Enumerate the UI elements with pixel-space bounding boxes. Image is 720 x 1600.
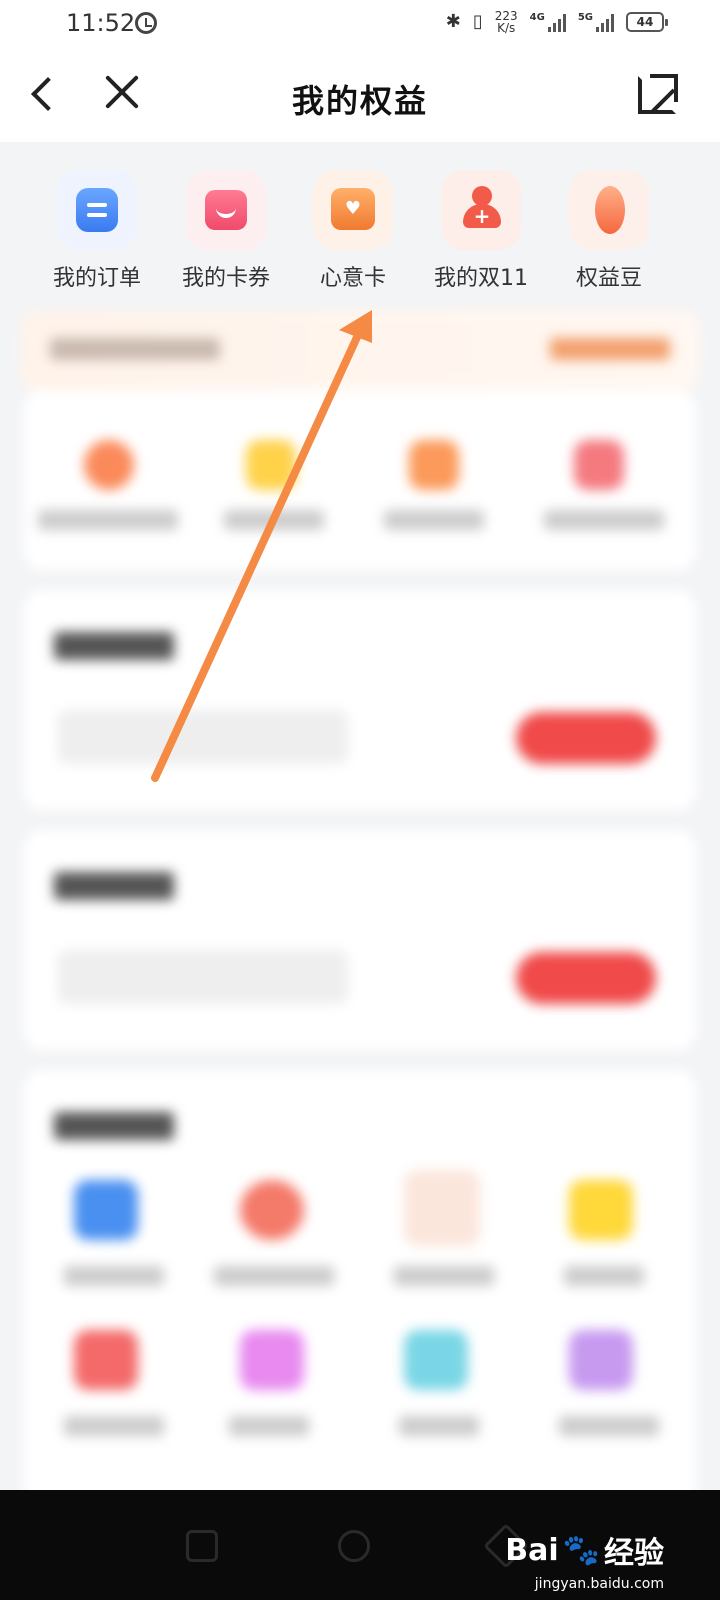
home-icon[interactable] [338,1530,370,1562]
signal-bars-icon [547,12,566,32]
watermark-url: jingyan.baidu.com [534,1576,664,1592]
order-icon [57,170,137,250]
status-time: 11:52 [66,9,136,37]
signal-4g: 4G [530,12,566,32]
member-bar[interactable] [20,310,700,390]
alarm-icon [135,12,157,34]
quick-item-label: 权益豆 [575,266,642,291]
recent-apps-icon[interactable] [186,1530,218,1562]
watermark-brand2: 经验 [604,1536,664,1571]
benefit-grid-card [24,390,696,570]
gift-card-icon [313,170,393,250]
quick-item-gift-card[interactable]: 心意卡 [293,170,413,292]
section-card-1 [24,590,696,810]
page-title: 我的权益 [291,82,428,120]
battery-icon: 44 [626,12,668,32]
watermark-brand: Bai [505,1532,559,1568]
quick-item-my-orders[interactable]: 我的订单 [37,170,157,292]
signal-5g: 5G [578,12,614,32]
blurred-content [0,300,720,1510]
quick-item-my-coupons[interactable]: 我的卡券 [166,170,286,292]
system-nav-bar: Bai 🐾 经验 jingyan.baidu.com [0,1490,720,1600]
nav-bar: 我的权益 [0,50,720,142]
network-speed: 223 K/s [495,10,518,34]
quick-item-label: 我的订单 [52,266,141,291]
signal-bars-icon [596,12,614,32]
net-label-5g: 5G [577,12,593,23]
baidu-watermark: Bai 🐾 经验 [505,1528,664,1572]
double11-icon [441,170,521,250]
quick-actions: 我的订单 我的卡券 心意卡 我的双11 权益豆 [0,142,720,302]
status-bar: 11:52 ✱ ▯ 223 K/s 4G 5G 44 [0,0,720,50]
bluetooth-icon: ✱ [445,11,461,32]
section-card-3 [24,1070,696,1510]
quick-item-benefit-beans[interactable]: 权益豆 [549,170,669,292]
section-card-2 [24,830,696,1050]
quick-item-double11[interactable]: 我的双11 [421,170,541,292]
paw-icon: 🐾 [562,1532,600,1568]
speed-unit: K/s [497,21,516,35]
net-label-4g: 4G [529,12,545,23]
bean-icon [569,170,649,250]
share-icon[interactable] [638,74,678,114]
coupon-icon [186,170,266,250]
vibrate-icon: ▯ [472,11,483,32]
quick-item-label: 心意卡 [319,266,386,291]
quick-item-label: 我的卡券 [181,266,270,291]
quick-item-label: 我的双11 [434,266,528,291]
